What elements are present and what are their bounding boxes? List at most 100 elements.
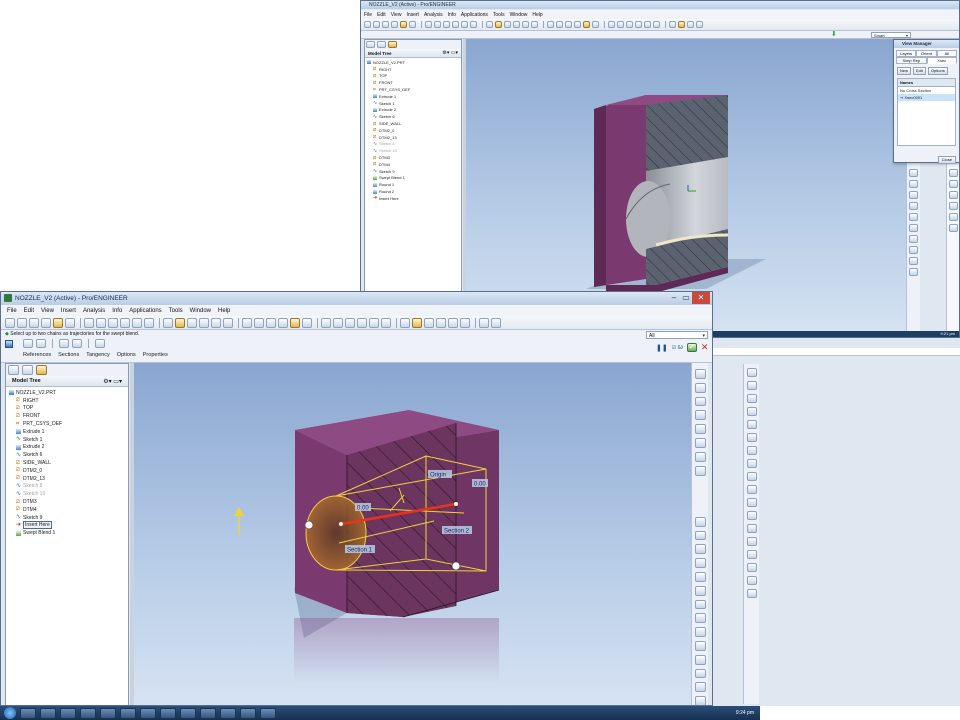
dim-left-label[interactable]: 0.00 bbox=[357, 506, 369, 512]
front-open-icon[interactable] bbox=[381, 317, 391, 328]
front-save-icon[interactable] bbox=[29, 317, 39, 328]
back-save-icon[interactable] bbox=[669, 21, 676, 28]
taskbar-app-10-icon[interactable] bbox=[200, 707, 216, 719]
view-manager-row-xsec[interactable]: ➜ Xsec0001 bbox=[898, 94, 955, 101]
front-datum-axes-icon[interactable] bbox=[290, 317, 300, 328]
back-tree-item[interactable]: Round 1 bbox=[367, 181, 459, 188]
front-csys-icon[interactable] bbox=[321, 317, 331, 328]
back-tree-item[interactable]: ⧄ TOP bbox=[367, 73, 459, 80]
back-point-tool-icon[interactable] bbox=[909, 202, 918, 210]
back-new-icon[interactable] bbox=[644, 21, 651, 28]
back-copy-icon[interactable] bbox=[409, 21, 416, 28]
back-print-icon[interactable] bbox=[678, 21, 685, 28]
front-new-icon[interactable] bbox=[5, 317, 15, 328]
front-tree-item[interactable]: Extrude 1 bbox=[9, 428, 125, 436]
front-trim-tool-icon[interactable] bbox=[694, 696, 706, 705]
front-tree-item[interactable]: ∿ Sketch 6 bbox=[9, 451, 125, 459]
taskbar-app-8-icon[interactable] bbox=[160, 707, 176, 719]
front-zoom-in-icon[interactable] bbox=[175, 317, 185, 328]
back-tree-item[interactable]: ⌗ PRT_CSYS_DEF bbox=[367, 86, 459, 93]
front-tree-item[interactable]: ∿ Sketch 9 bbox=[9, 514, 125, 522]
front-menu-info[interactable]: Info bbox=[112, 308, 122, 314]
back-refit-icon[interactable] bbox=[513, 21, 520, 28]
back-tree-item[interactable]: Extrude 1 bbox=[367, 93, 459, 100]
accept-checkmark-icon[interactable]: ✓ bbox=[686, 343, 697, 352]
front-shell-tool-icon[interactable] bbox=[694, 585, 706, 596]
front-regenerate-icon[interactable] bbox=[120, 317, 130, 328]
back-tree-item[interactable]: ⧄ FRONT bbox=[367, 79, 459, 86]
back-tree-item[interactable]: ∿ Sketch 9 bbox=[367, 168, 459, 175]
back-menu-help[interactable]: Help bbox=[532, 12, 542, 18]
front-chamfer-tool-icon[interactable] bbox=[694, 641, 706, 651]
front-regenerate-icon[interactable] bbox=[491, 317, 501, 328]
front-redo-icon[interactable] bbox=[108, 317, 118, 328]
front-menu-file[interactable]: File bbox=[7, 308, 17, 314]
taskbar-app-4-icon[interactable] bbox=[80, 707, 96, 719]
back-datum-axes-icon[interactable] bbox=[583, 21, 590, 28]
back-offset-tool-icon[interactable] bbox=[949, 213, 958, 221]
back-tree-item[interactable]: Swept Blend 1 bbox=[367, 175, 459, 182]
front-datum-axis-tool-icon[interactable] bbox=[694, 382, 706, 393]
back-tree-tab-favorites-icon[interactable] bbox=[388, 41, 397, 48]
back-find-icon[interactable] bbox=[461, 21, 468, 28]
front-menu-view[interactable]: View bbox=[41, 308, 54, 314]
front-cut-icon[interactable] bbox=[424, 317, 434, 328]
view-manager-tab-layers[interactable]: Layers bbox=[896, 50, 917, 57]
front-select-icon[interactable] bbox=[144, 317, 154, 328]
back-menu-file[interactable]: File bbox=[364, 12, 372, 18]
front-shading-icon[interactable] bbox=[266, 317, 276, 328]
view-manager-row-none[interactable]: No Cross Section bbox=[898, 87, 955, 94]
back-menu-tools[interactable]: Tools bbox=[493, 12, 505, 18]
back-menu-analysis[interactable]: Analysis bbox=[424, 12, 443, 18]
front-round-tool-icon[interactable] bbox=[694, 627, 706, 637]
taskbar-app-6-icon[interactable] bbox=[120, 707, 136, 719]
front-tree-tab-model-icon[interactable] bbox=[8, 365, 19, 375]
back-trim-tool-icon[interactable] bbox=[949, 191, 958, 199]
front-paste-icon[interactable] bbox=[448, 317, 458, 328]
back-menu-info[interactable]: Info bbox=[448, 12, 456, 18]
back-lower-tool-9-icon[interactable] bbox=[746, 472, 757, 481]
back-revolve-tool-icon[interactable] bbox=[909, 235, 918, 243]
front-cut-icon[interactable] bbox=[53, 317, 63, 328]
front-tree-item[interactable]: ⧄ DTM3 bbox=[9, 498, 125, 506]
front-find-icon[interactable] bbox=[132, 317, 142, 328]
front-save-icon[interactable] bbox=[400, 317, 410, 328]
start-button-icon[interactable] bbox=[4, 707, 16, 719]
front-analysis-tool-icon[interactable] bbox=[694, 451, 706, 462]
back-tree-settings-icon[interactable]: ⚙▾ ▭▾ bbox=[442, 50, 458, 56]
front-blend-tool-icon[interactable] bbox=[694, 558, 706, 568]
back-tree-item[interactable]: NOZZLE_V2.PRT bbox=[367, 59, 459, 66]
back-regenerate-icon[interactable] bbox=[452, 21, 459, 28]
back-tree-item[interactable]: ⧄ RIGHT bbox=[367, 66, 459, 73]
taskbar-app-3-icon[interactable] bbox=[60, 707, 76, 719]
back-saved-views-icon[interactable] bbox=[531, 21, 538, 28]
front-paste-icon[interactable] bbox=[84, 317, 94, 328]
back-hole-tool-icon[interactable] bbox=[909, 246, 918, 254]
back-cut-icon[interactable] bbox=[400, 21, 407, 28]
maximize-icon[interactable]: ▭ bbox=[680, 292, 692, 304]
back-lower-tool-6-icon[interactable] bbox=[746, 433, 757, 442]
front-point-tool-icon[interactable] bbox=[694, 424, 706, 435]
back-tree-item[interactable]: ∿ Sketch 6 bbox=[367, 113, 459, 120]
front-tree-item[interactable]: ∿ Sketch 8 bbox=[9, 483, 125, 491]
back-lower-tool-3-icon[interactable] bbox=[746, 394, 757, 403]
back-select-icon[interactable] bbox=[470, 21, 477, 28]
solid-option-icon[interactable] bbox=[23, 339, 33, 348]
back-menu-edit[interactable]: Edit bbox=[377, 12, 386, 18]
back-datum-plane-tool-icon[interactable] bbox=[909, 169, 918, 177]
front-sketched-curve-tool-icon[interactable] bbox=[694, 396, 706, 407]
back-lower-tool-8-icon[interactable] bbox=[746, 459, 757, 468]
taskbar-app-11-icon[interactable] bbox=[220, 707, 236, 719]
taskbar-app-13-icon[interactable] bbox=[260, 707, 276, 719]
front-refit-icon[interactable] bbox=[199, 317, 209, 328]
back-lower-tool-17-icon[interactable] bbox=[746, 576, 757, 585]
back-tree-item[interactable]: ➜ Insert Here bbox=[367, 195, 459, 202]
front-tree-item[interactable]: ⧄ DTM2_0 bbox=[9, 467, 125, 475]
front-merge-tool-icon[interactable] bbox=[694, 682, 706, 693]
front-view-manager-icon[interactable] bbox=[254, 317, 264, 328]
front-new-icon[interactable] bbox=[369, 317, 379, 328]
back-mirror-tool-icon[interactable] bbox=[949, 169, 958, 177]
front-undo-icon[interactable] bbox=[96, 317, 106, 328]
front-tree-item[interactable]: ∿ Sketch 1 bbox=[9, 436, 125, 444]
view-manager-tab-orient[interactable]: Orient bbox=[916, 50, 937, 57]
